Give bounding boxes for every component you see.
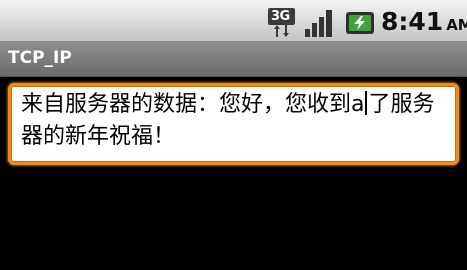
clock: 8:41 AM (381, 6, 467, 38)
battery-charging-icon (346, 10, 376, 36)
network-type-label: 3G (271, 9, 290, 24)
app-title-bar: TCP_IP (0, 41, 467, 77)
app-title: TCP_IP (8, 48, 72, 68)
message-text[interactable]: 来自服务器的数据：您好，您收到a 了服务器的新年祝福！ (21, 89, 450, 153)
signal-strength-icon (304, 9, 336, 37)
status-bar: 3G 8:41 AM (0, 0, 467, 41)
message-text-before-cursor: 来自服务器的数据：您好，您收到a (21, 92, 365, 117)
clock-time: 8:41 (381, 7, 444, 36)
3g-data-icon: 3G (268, 8, 295, 37)
message-text-field[interactable]: 来自服务器的数据：您好，您收到a 了服务器的新年祝福！ (8, 83, 459, 165)
clock-ampm: AM (446, 16, 467, 34)
